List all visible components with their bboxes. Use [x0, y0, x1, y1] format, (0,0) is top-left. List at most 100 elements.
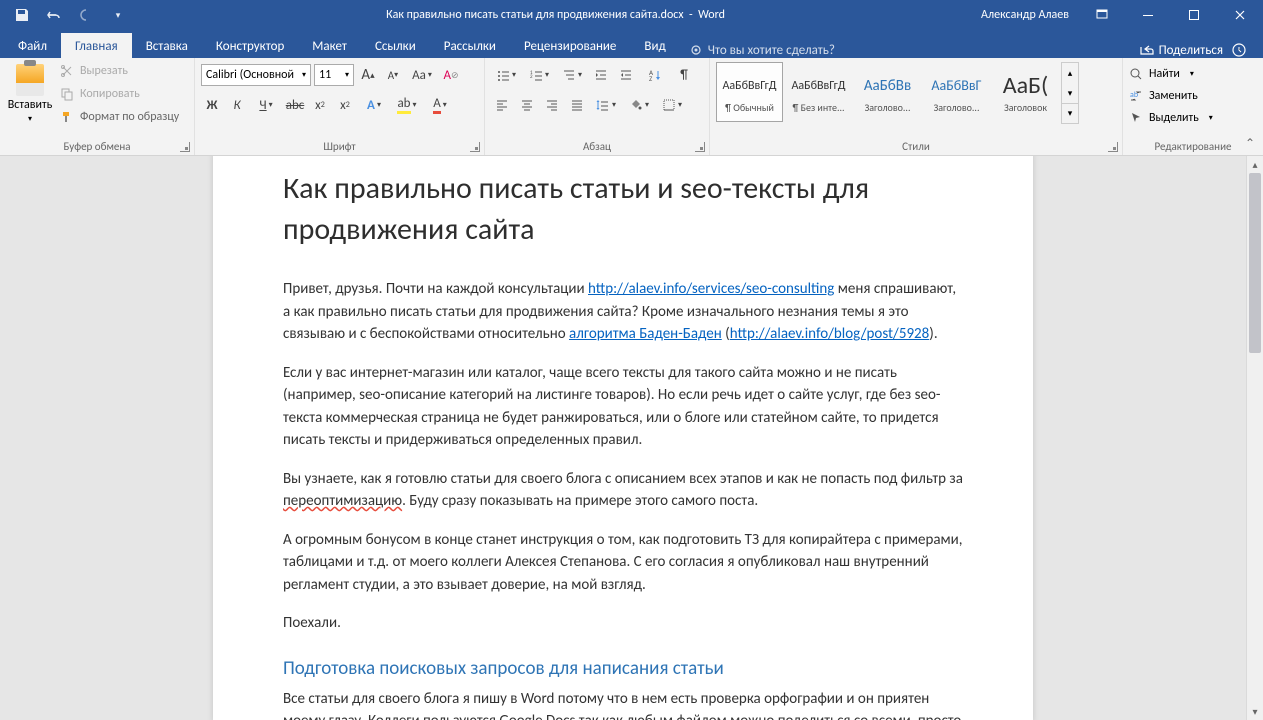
maximize-button[interactable]: [1171, 0, 1217, 30]
paste-button[interactable]: Вставить ▾: [6, 60, 54, 128]
paragraph: Если у вас интернет-магазин или каталог,…: [283, 362, 963, 452]
paragraph: Вы узнаете, как я готовлю статьи для сво…: [283, 468, 963, 513]
scroll-track[interactable]: [1247, 173, 1263, 703]
clear-formatting-button[interactable]: A⊘: [440, 64, 462, 86]
copy-icon: [60, 87, 74, 101]
shrink-font-button[interactable]: A▾: [382, 64, 404, 86]
find-button[interactable]: Найти▾: [1129, 64, 1257, 84]
tab-layout[interactable]: Макет: [298, 33, 361, 58]
tab-design[interactable]: Конструктор: [202, 33, 298, 58]
group-font: Calibri (Основной▾ 11▾ A▴ A▾ Aa▾ A⊘ Ж К …: [195, 58, 485, 155]
styles-expand[interactable]: ▴▾▾: [1061, 62, 1079, 124]
style-heading2[interactable]: АаБбВвГ Заголово...: [923, 62, 990, 122]
grow-font-button[interactable]: A▴: [357, 64, 379, 86]
share-button[interactable]: Поделиться: [1139, 42, 1223, 58]
title-bar: ▾ Как правильно писать статьи для продви…: [0, 0, 1263, 30]
paragraph-dialog-launcher[interactable]: [695, 142, 705, 152]
tab-file[interactable]: Файл: [4, 33, 61, 58]
tab-references[interactable]: Ссылки: [361, 33, 430, 58]
text-effects-button[interactable]: A▾: [359, 94, 389, 116]
sort-button[interactable]: AZ: [640, 64, 670, 86]
line-spacing-button[interactable]: ▾: [591, 94, 621, 116]
history-button[interactable]: [1231, 42, 1247, 58]
spellcheck-error[interactable]: переоптимизацию: [283, 492, 402, 510]
replace-button[interactable]: ab Заменить: [1129, 86, 1257, 106]
align-right-button[interactable]: [541, 94, 563, 116]
style-title[interactable]: АаБ( Заголовок: [992, 62, 1059, 122]
tab-insert[interactable]: Вставка: [132, 33, 202, 58]
clipboard-dialog-launcher[interactable]: [180, 142, 190, 152]
svg-text:2: 2: [530, 74, 533, 80]
brush-icon: [60, 110, 74, 124]
italic-button[interactable]: К: [226, 94, 248, 116]
qat-dropdown[interactable]: ▾: [106, 3, 130, 27]
tab-home[interactable]: Главная: [61, 33, 132, 58]
replace-icon: ab: [1129, 89, 1143, 103]
group-clipboard: Вставить ▾ Вырезать Копировать Формат по…: [0, 58, 195, 155]
select-button[interactable]: Выделить▾: [1129, 108, 1257, 128]
link[interactable]: http://alaev.info/services/seo-consultin…: [588, 280, 834, 298]
copy-button[interactable]: Копировать: [60, 84, 179, 104]
quick-access-toolbar: ▾: [0, 3, 140, 27]
borders-button[interactable]: ▾: [657, 94, 687, 116]
bold-button[interactable]: Ж: [201, 94, 223, 116]
group-paragraph: ▾ 12▾ ▾ AZ ¶ ▾ ▾ ▾ Абзац: [485, 58, 710, 155]
paragraph: Все статьи для своего блога я пишу в Wor…: [283, 688, 963, 720]
style-no-spacing[interactable]: АаБбВвГгД ¶ Без инте...: [785, 62, 852, 122]
group-label: Буфер обмена: [0, 140, 194, 153]
user-name[interactable]: Александр Алаев: [971, 8, 1079, 22]
group-label: Абзац: [485, 140, 709, 153]
font-size-combo[interactable]: 11▾: [314, 64, 354, 86]
vertical-scrollbar[interactable]: ▴ ▾: [1246, 156, 1263, 720]
multilevel-button[interactable]: ▾: [557, 64, 587, 86]
font-name-combo[interactable]: Calibri (Основной▾: [201, 64, 311, 86]
tell-me-search[interactable]: Что вы хотите сделать?: [680, 43, 845, 58]
format-painter-button[interactable]: Формат по образцу: [60, 107, 179, 127]
group-label: Редактирование: [1123, 140, 1263, 153]
tab-view[interactable]: Вид: [630, 33, 679, 58]
superscript-button[interactable]: x2: [334, 94, 356, 116]
align-left-button[interactable]: [491, 94, 513, 116]
link[interactable]: алгоритма Баден-Баден: [569, 325, 722, 343]
collapse-ribbon-button[interactable]: ⌃: [1245, 136, 1255, 151]
search-icon: [1129, 67, 1143, 81]
change-case-button[interactable]: Aa▾: [407, 64, 437, 86]
redo-button[interactable]: [74, 3, 98, 27]
styles-gallery: АаБбВвГгД ¶ Обычный АаБбВвГгД ¶ Без инте…: [716, 60, 1082, 128]
show-marks-button[interactable]: ¶: [673, 64, 695, 86]
shading-button[interactable]: ▾: [624, 94, 654, 116]
group-editing: Найти▾ ab Заменить Выделить▾ Редактирова…: [1123, 58, 1263, 155]
group-styles: АаБбВвГгД ¶ Обычный АаБбВвГгД ¶ Без инте…: [710, 58, 1123, 155]
document-area: Как правильно писать статьи и seo-тексты…: [0, 156, 1263, 720]
cut-button[interactable]: Вырезать: [60, 61, 179, 81]
paragraph: Привет, друзья. Почти на каждой консульт…: [283, 278, 963, 346]
strikethrough-button[interactable]: abc: [284, 94, 306, 116]
font-color-button[interactable]: A▾: [425, 94, 455, 116]
link[interactable]: http://alaev.info/blog/post/5928: [730, 325, 930, 343]
scroll-up-arrow[interactable]: ▴: [1247, 156, 1263, 173]
close-button[interactable]: [1217, 0, 1263, 30]
underline-button[interactable]: Ч▾: [251, 94, 281, 116]
ribbon-options-button[interactable]: [1079, 0, 1125, 30]
undo-button[interactable]: [42, 3, 66, 27]
scroll-down-arrow[interactable]: ▾: [1247, 703, 1263, 720]
align-center-button[interactable]: [516, 94, 538, 116]
document-page[interactable]: Как правильно писать статьи и seo-тексты…: [213, 156, 1033, 720]
bullets-button[interactable]: ▾: [491, 64, 521, 86]
decrease-indent-button[interactable]: [590, 64, 612, 86]
font-dialog-launcher[interactable]: [470, 142, 480, 152]
numbering-button[interactable]: 12▾: [524, 64, 554, 86]
tab-review[interactable]: Рецензирование: [510, 33, 630, 58]
styles-dialog-launcher[interactable]: [1108, 142, 1118, 152]
subscript-button[interactable]: x2: [309, 94, 331, 116]
minimize-button[interactable]: [1125, 0, 1171, 30]
highlight-button[interactable]: ab▾: [392, 94, 422, 116]
tab-mailings[interactable]: Рассылки: [430, 33, 510, 58]
scroll-thumb[interactable]: [1249, 173, 1261, 353]
increase-indent-button[interactable]: [615, 64, 637, 86]
document-title: Как правильно писать статьи и seo-тексты…: [283, 169, 963, 250]
style-normal[interactable]: АаБбВвГгД ¶ Обычный: [716, 62, 783, 122]
style-heading1[interactable]: АаБбВв Заголово...: [854, 62, 921, 122]
save-button[interactable]: [10, 3, 34, 27]
justify-button[interactable]: [566, 94, 588, 116]
